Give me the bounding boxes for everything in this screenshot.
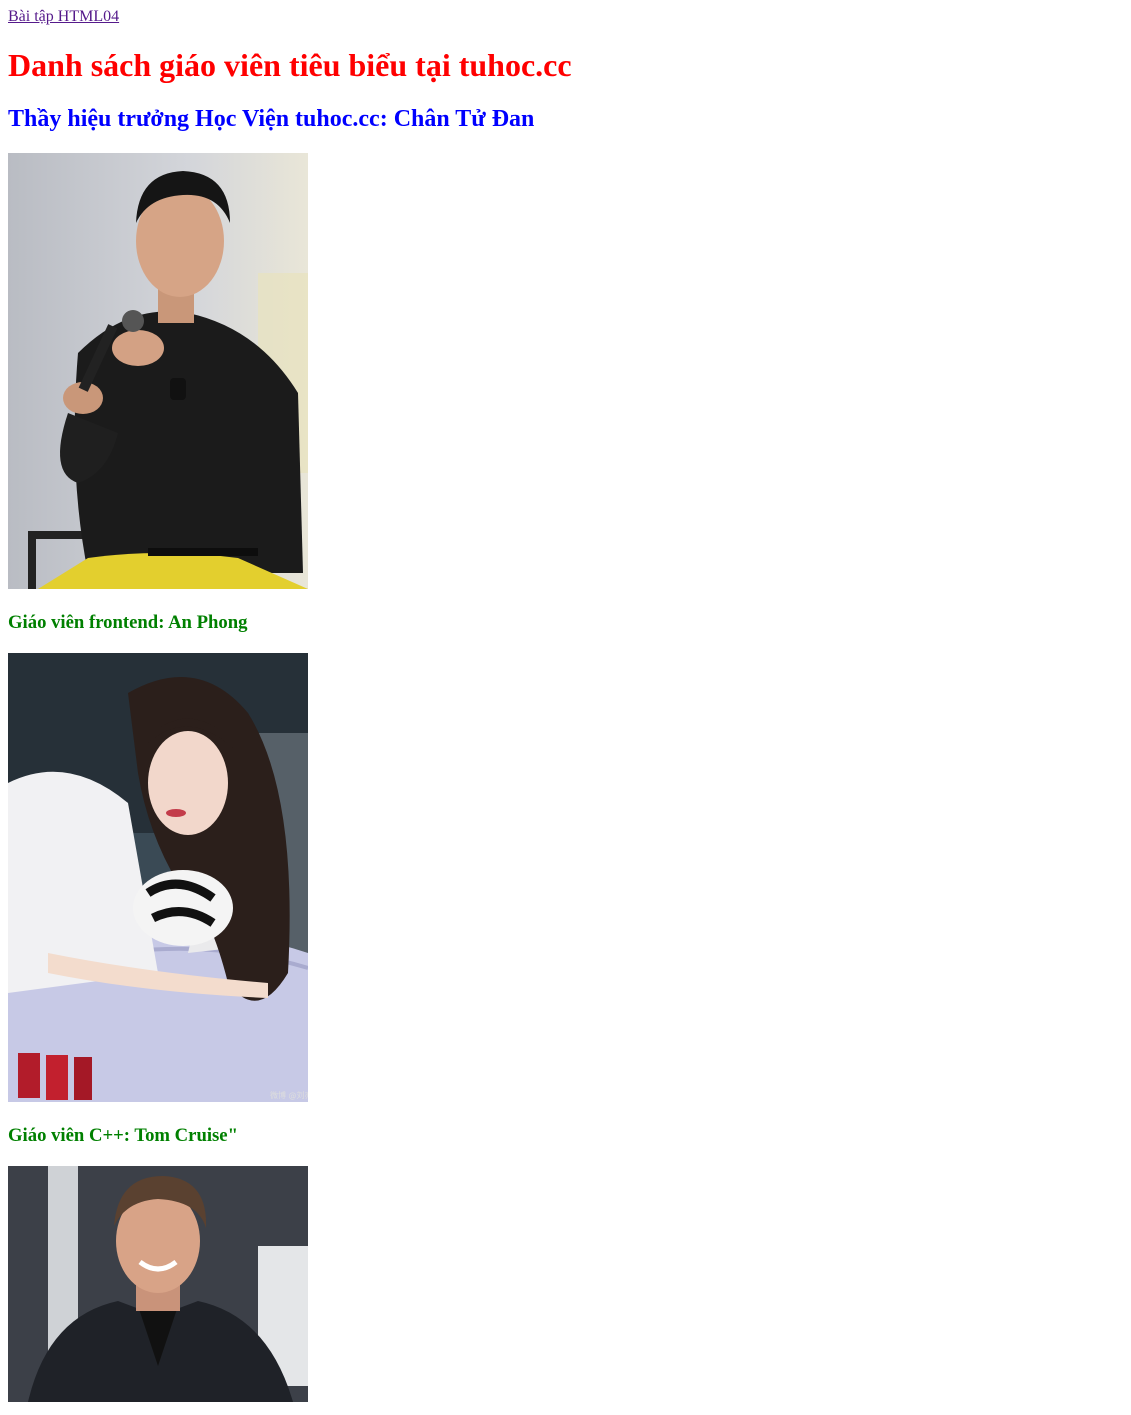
- page-title: Danh sách giáo viên tiêu biểu tại tuhoc.…: [8, 47, 572, 83]
- woman-car-photo-icon: 微博 @刘亦菲: [8, 653, 308, 1102]
- man-microphone-photo-icon: [8, 153, 308, 589]
- teacher-heading-frontend: Giáo viên frontend: An Phong: [8, 612, 248, 633]
- cpp-teacher-photo: [8, 1166, 308, 1402]
- man-suit-photo-icon: [8, 1166, 308, 1402]
- frontend-teacher-photo: 微博 @刘亦菲: [8, 653, 308, 1102]
- exercise-link[interactable]: Bài tập HTML04: [8, 7, 119, 26]
- teacher-heading-cpp: Giáo viên C++: Tom Cruise": [8, 1125, 238, 1146]
- watermark-text: 微博 @刘亦菲: [270, 1090, 308, 1100]
- principal-photo: [8, 153, 308, 589]
- principal-heading: Thầy hiệu trưởng Học Viện tuhoc.cc: Chân…: [8, 106, 535, 132]
